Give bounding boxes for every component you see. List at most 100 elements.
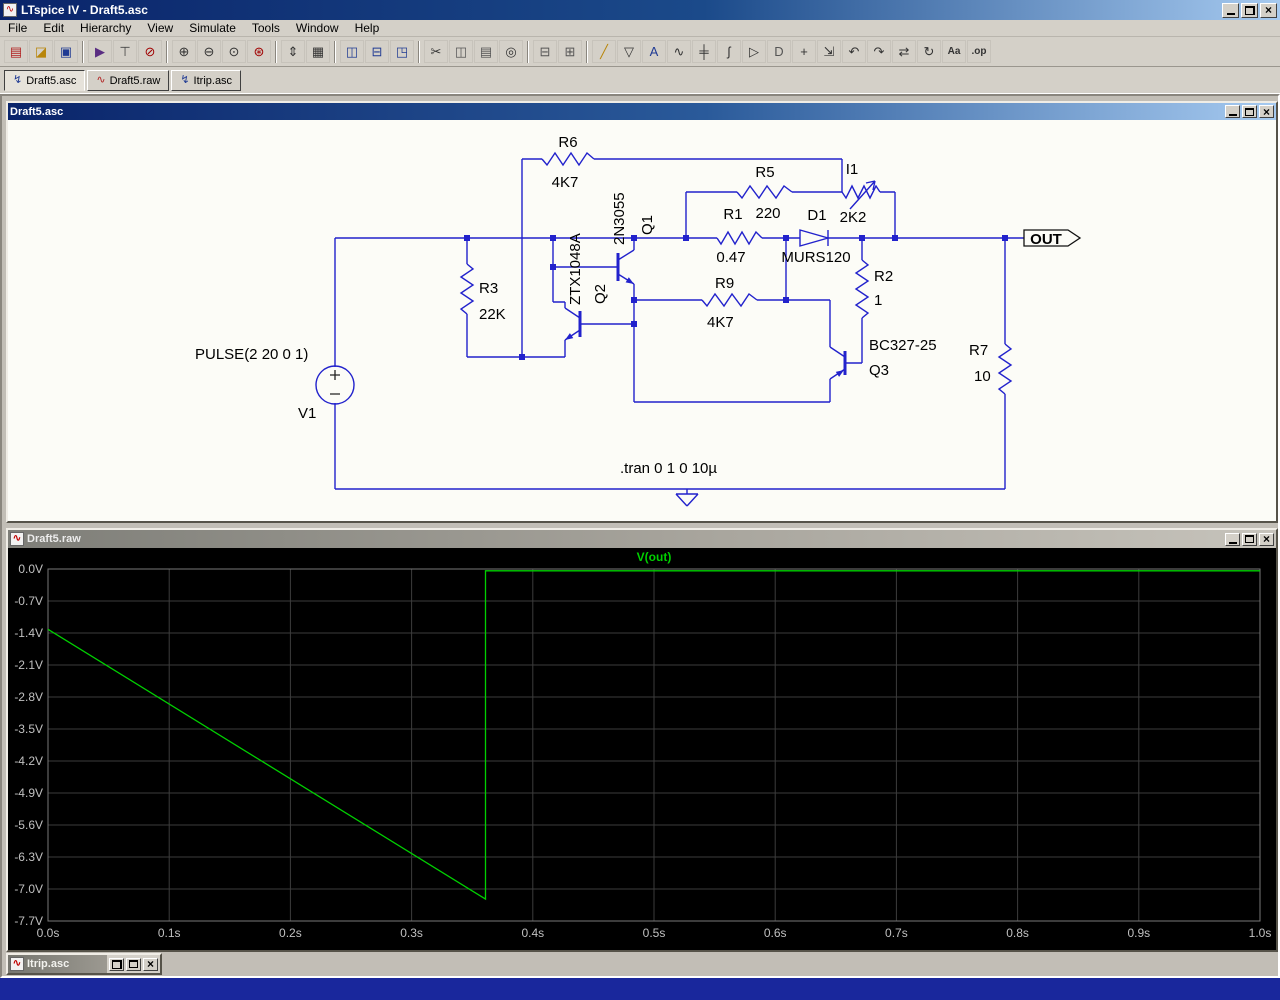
- schematic-drawing[interactable]: PULSE(2 20 0 1) V1 R3 22K R6 4K7 R5 220 …: [8, 120, 1276, 521]
- component-r5[interactable]: R5 220: [736, 164, 793, 222]
- print-preview-button[interactable]: ⊞: [558, 40, 582, 63]
- q1-value-label: 2N3055: [611, 192, 628, 245]
- component-r2[interactable]: R2 1: [854, 259, 893, 319]
- itrip-maximize-button[interactable]: [126, 957, 141, 971]
- text-button[interactable]: Aa: [942, 40, 966, 63]
- ground-button[interactable]: ▽: [617, 40, 641, 63]
- menu-window[interactable]: Window: [288, 20, 347, 36]
- restore-button[interactable]: [1241, 2, 1258, 18]
- y-tick-label: -2.8V: [14, 690, 43, 704]
- x-tick-label: 0.3s: [400, 926, 423, 940]
- toolbar-separator: [586, 40, 588, 63]
- redo-icon: ↷: [873, 43, 885, 59]
- plot-settings-button[interactable]: ▦: [306, 40, 330, 63]
- zoom-in-button[interactable]: ⊕: [172, 40, 196, 63]
- undo-button[interactable]: ↶: [842, 40, 866, 63]
- label-net-button[interactable]: A: [642, 40, 666, 63]
- zoom-back-button[interactable]: ⊖: [197, 40, 221, 63]
- itrip-file-icon: [10, 957, 24, 971]
- open-file-button[interactable]: ◪: [29, 40, 53, 63]
- new-schematic-button[interactable]: ▤: [4, 40, 28, 63]
- find-button[interactable]: ◎: [499, 40, 523, 63]
- menu-file[interactable]: File: [0, 20, 35, 36]
- waveform-window-titlebar[interactable]: Draft5.raw ×: [8, 530, 1276, 548]
- spice-directive-text[interactable]: .tran 0 1 0 10µ: [620, 460, 717, 477]
- component-r9[interactable]: R9 4K7: [701, 275, 758, 331]
- tab-itrip.asc[interactable]: ↯ Itrip.asc: [171, 70, 242, 91]
- autorange-icon: ⇕: [287, 43, 299, 59]
- component-i1[interactable]: I1 2K2: [840, 161, 881, 226]
- component-r6[interactable]: R6 4K7: [541, 134, 595, 191]
- waveform-maximize-button[interactable]: [1242, 532, 1257, 546]
- waveform-minimize-button[interactable]: [1225, 532, 1240, 546]
- minimized-window-itrip[interactable]: Itrip.asc ×: [6, 953, 162, 975]
- print-button[interactable]: ⊟: [533, 40, 557, 63]
- diode-button[interactable]: ▷: [742, 40, 766, 63]
- redo-button[interactable]: ↷: [867, 40, 891, 63]
- wire-button[interactable]: ╱: [592, 40, 616, 63]
- resistor-button[interactable]: ∿: [667, 40, 691, 63]
- paste-button[interactable]: ▤: [474, 40, 498, 63]
- control-panel-button[interactable]: ⊤: [113, 40, 137, 63]
- waveform-close-button[interactable]: ×: [1259, 532, 1274, 546]
- schematic-minimize-button[interactable]: [1225, 105, 1240, 118]
- cascade-button[interactable]: ◳: [390, 40, 414, 63]
- wires[interactable]: [334, 158, 1024, 490]
- menu-view[interactable]: View: [139, 20, 181, 36]
- cut-button[interactable]: ✂: [424, 40, 448, 63]
- schematic-maximize-button[interactable]: [1242, 105, 1257, 118]
- waveform-plot[interactable]: 0.0V -0.7V -1.4V -2.1V -2.8V -3.5V -4.2V -4.9V -…: [8, 548, 1276, 950]
- print-preview-icon: ⊞: [564, 43, 576, 59]
- component-q3[interactable]: BC327-25 Q3: [829, 337, 937, 380]
- ground-symbol[interactable]: [675, 489, 699, 507]
- component-r3[interactable]: R3 22K: [459, 263, 506, 323]
- schematic-close-button[interactable]: ×: [1259, 105, 1274, 118]
- schematic-window-titlebar[interactable]: Draft5.asc ×: [8, 103, 1276, 120]
- menu-help[interactable]: Help: [347, 20, 388, 36]
- component-v1[interactable]: PULSE(2 20 0 1) V1: [195, 346, 355, 422]
- y-tick-label: -5.6V: [14, 818, 43, 832]
- menu-hierarchy[interactable]: Hierarchy: [72, 20, 139, 36]
- drag-icon: ⇲: [823, 43, 835, 59]
- mirror-button[interactable]: ⇄: [892, 40, 916, 63]
- r1-value-label: 0.47: [716, 249, 745, 266]
- tile-vertical-button[interactable]: ◫: [340, 40, 364, 63]
- y-tick-label: -2.1V: [14, 658, 43, 672]
- r5-value-label: 220: [755, 205, 780, 222]
- rotate-icon: ↻: [923, 43, 935, 59]
- drag-button[interactable]: ⇲: [817, 40, 841, 63]
- capacitor-button[interactable]: ╪: [692, 40, 716, 63]
- spice-directive-button[interactable]: .op: [967, 40, 991, 63]
- itrip-restore-button[interactable]: [109, 957, 124, 971]
- itrip-close-button[interactable]: ×: [143, 957, 158, 971]
- trace-title[interactable]: V(out): [637, 550, 672, 564]
- run-button[interactable]: ▶: [88, 40, 112, 63]
- x-tick-label: 0.1s: [158, 926, 181, 940]
- save-button[interactable]: ▣: [54, 40, 78, 63]
- menu-edit[interactable]: Edit: [35, 20, 72, 36]
- menu-tools[interactable]: Tools: [244, 20, 288, 36]
- x-tick-label: 0.5s: [643, 926, 666, 940]
- zoom-extents-button[interactable]: ⊛: [247, 40, 271, 63]
- tab-draft5.raw[interactable]: ∿ Draft5.raw: [87, 70, 170, 91]
- waveform-window-title: Draft5.raw: [27, 533, 81, 545]
- minimize-button[interactable]: [1222, 2, 1239, 18]
- copy-button[interactable]: ◫: [449, 40, 473, 63]
- out-port-flag[interactable]: OUT: [1023, 229, 1082, 248]
- schematic-canvas[interactable]: PULSE(2 20 0 1) V1 R3 22K R6 4K7 R5 220 …: [8, 120, 1276, 521]
- halt-button[interactable]: ⊘: [138, 40, 162, 63]
- close-button[interactable]: ×: [1260, 2, 1277, 18]
- rotate-button[interactable]: ↻: [917, 40, 941, 63]
- paste-icon: ▤: [479, 43, 493, 59]
- inductor-button[interactable]: ʃ: [717, 40, 741, 63]
- zoom-back-icon: ⊖: [203, 43, 215, 59]
- move-button[interactable]: +: [792, 40, 816, 63]
- zoom-area-button[interactable]: ⊙: [222, 40, 246, 63]
- autorange-button[interactable]: ⇕: [281, 40, 305, 63]
- tab-draft5.asc[interactable]: ↯ Draft5.asc: [4, 70, 86, 91]
- component-button[interactable]: D: [767, 40, 791, 63]
- tile-horizontal-button[interactable]: ⊟: [365, 40, 389, 63]
- y-tick-label: -3.5V: [14, 722, 43, 736]
- component-r7[interactable]: R7 10: [969, 342, 1013, 395]
- menu-simulate[interactable]: Simulate: [181, 20, 244, 36]
